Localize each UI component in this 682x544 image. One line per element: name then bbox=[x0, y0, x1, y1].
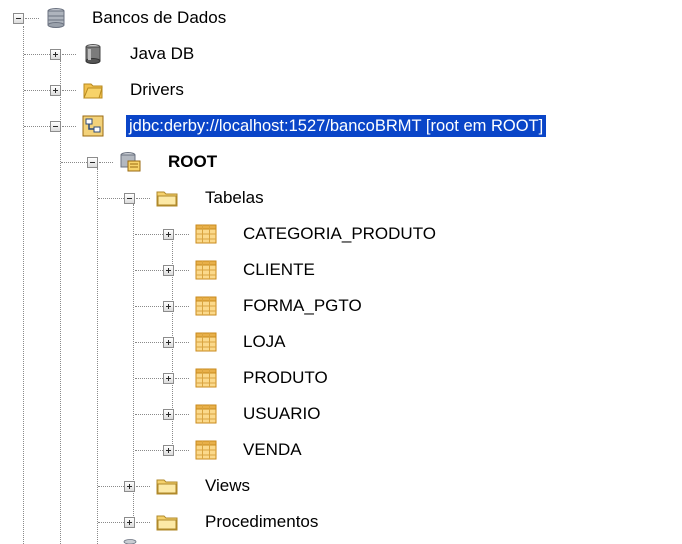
table-icon bbox=[195, 404, 217, 424]
folder-open-icon bbox=[156, 191, 178, 207]
tree-connector bbox=[175, 234, 189, 235]
tree-connector bbox=[175, 450, 189, 451]
table-row[interactable]: FORMA_PGTO bbox=[0, 292, 682, 320]
collapse-toggle-icon[interactable] bbox=[124, 193, 135, 204]
node-label: PRODUTO bbox=[243, 368, 328, 387]
tree-connector bbox=[98, 486, 124, 487]
expand-toggle-icon[interactable] bbox=[50, 85, 61, 96]
tree-connector bbox=[175, 414, 189, 415]
tree-connector bbox=[175, 306, 189, 307]
node-label: CATEGORIA_PRODUTO bbox=[243, 224, 437, 243]
tree-node-procedimentos[interactable]: Procedimentos bbox=[0, 508, 682, 536]
table-icon bbox=[195, 440, 217, 460]
tree-node-connection[interactable]: jdbc:derby://localhost:1527/bancoBRMT [r… bbox=[0, 112, 682, 140]
node-label: VENDA bbox=[243, 440, 302, 459]
tree-connector bbox=[98, 522, 124, 523]
node-label: ROOT bbox=[168, 152, 218, 171]
table-icon bbox=[195, 224, 217, 244]
tree-connector bbox=[62, 90, 76, 91]
tree-node-bancos-de-dados[interactable]: Bancos de Dados bbox=[0, 4, 682, 32]
expand-toggle-icon[interactable] bbox=[50, 49, 61, 60]
table-icon bbox=[195, 296, 217, 316]
collapse-toggle-icon[interactable] bbox=[87, 157, 98, 168]
tree-node-schema-root[interactable]: ROOT bbox=[0, 148, 682, 176]
tree-node-views[interactable]: Views bbox=[0, 472, 682, 500]
expand-toggle-icon[interactable] bbox=[124, 481, 135, 492]
tree-connector bbox=[175, 378, 189, 379]
table-row[interactable]: LOJA bbox=[0, 328, 682, 356]
tree-connector bbox=[135, 414, 163, 415]
schema-icon bbox=[120, 152, 141, 172]
node-label: FORMA_PGTO bbox=[243, 296, 362, 315]
collapse-toggle-icon[interactable] bbox=[13, 13, 24, 24]
node-label: Views bbox=[205, 476, 251, 495]
database-folder-icon bbox=[47, 8, 65, 28]
tree-connector bbox=[135, 270, 163, 271]
tree-connector bbox=[135, 234, 163, 235]
table-icon bbox=[195, 332, 217, 352]
table-row[interactable]: VENDA bbox=[0, 436, 682, 464]
folder-icon bbox=[156, 479, 178, 495]
node-label: CLIENTE bbox=[243, 260, 315, 279]
expand-toggle-icon[interactable] bbox=[124, 517, 135, 528]
folder-icon bbox=[156, 515, 178, 531]
node-label: USUARIO bbox=[243, 404, 321, 423]
node-label: Drivers bbox=[130, 80, 184, 99]
tree-connector bbox=[99, 162, 113, 163]
node-label: Tabelas bbox=[205, 188, 264, 207]
tree-connector bbox=[135, 378, 163, 379]
table-row[interactable]: PRODUTO bbox=[0, 364, 682, 392]
expand-toggle-icon[interactable] bbox=[163, 373, 174, 384]
expand-toggle-icon[interactable] bbox=[163, 265, 174, 276]
tree-connector bbox=[135, 306, 163, 307]
tree-connector bbox=[62, 126, 76, 127]
tree-connector bbox=[135, 450, 163, 451]
table-row[interactable]: CLIENTE bbox=[0, 256, 682, 284]
tree-node-java-db[interactable]: Java DB bbox=[0, 40, 682, 68]
drivers-folder-icon bbox=[83, 83, 103, 99]
connection-icon bbox=[82, 115, 104, 137]
connection-label: jdbc:derby://localhost:1527/bancoBRMT [r… bbox=[126, 115, 547, 137]
tree-connector bbox=[136, 198, 150, 199]
tree-connector bbox=[175, 270, 189, 271]
tree-node-drivers[interactable]: Drivers bbox=[0, 76, 682, 104]
expand-toggle-icon[interactable] bbox=[163, 229, 174, 240]
tree-connector bbox=[136, 522, 150, 523]
tree-connector bbox=[24, 90, 50, 91]
node-label: LOJA bbox=[243, 332, 286, 351]
tree-node-tabelas[interactable]: Tabelas bbox=[0, 184, 682, 212]
tree-connector bbox=[62, 54, 76, 55]
node-label: Bancos de Dados bbox=[92, 8, 227, 27]
node-label: Procedimentos bbox=[205, 512, 319, 531]
database-icon bbox=[85, 44, 101, 64]
tree-connector bbox=[25, 18, 39, 19]
expand-toggle-icon[interactable] bbox=[163, 445, 174, 456]
tree-connector bbox=[98, 198, 124, 199]
expand-toggle-icon[interactable] bbox=[163, 337, 174, 348]
partial-node-icon bbox=[123, 539, 137, 544]
tree-connector bbox=[61, 162, 87, 163]
table-icon bbox=[195, 368, 217, 388]
tree-connector bbox=[136, 486, 150, 487]
tree-connector bbox=[135, 342, 163, 343]
expand-toggle-icon[interactable] bbox=[163, 409, 174, 420]
table-row[interactable]: USUARIO bbox=[0, 400, 682, 428]
expand-toggle-icon[interactable] bbox=[163, 301, 174, 312]
table-icon bbox=[195, 260, 217, 280]
tree-connector bbox=[24, 126, 50, 127]
table-row[interactable]: CATEGORIA_PRODUTO bbox=[0, 220, 682, 248]
database-tree: Bancos de Dados Java DB Drivers jdbc:der… bbox=[0, 0, 682, 544]
tree-connector bbox=[24, 54, 50, 55]
tree-connector bbox=[175, 342, 189, 343]
node-label: Java DB bbox=[130, 44, 195, 63]
collapse-toggle-icon[interactable] bbox=[50, 121, 61, 132]
